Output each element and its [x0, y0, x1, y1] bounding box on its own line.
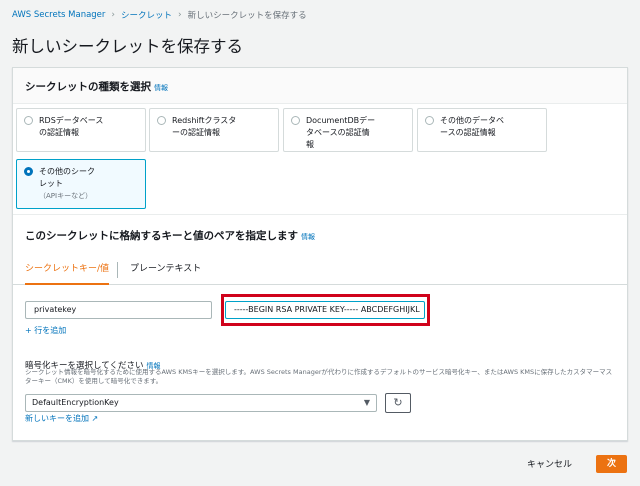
secret-type-heading: シークレットの種類を選択 情報	[25, 79, 168, 94]
secret-value-highlight	[221, 294, 430, 326]
refresh-icon: ↻	[393, 396, 403, 409]
tab-separator	[117, 262, 118, 278]
encryption-key-selected: DefaultEncryptionKey	[32, 398, 119, 407]
breadcrumb-secrets[interactable]: シークレット	[121, 9, 172, 21]
secret-type-title: シークレットの種類を選択	[25, 81, 151, 93]
secret-type-redshift-line1: Redshiftクラスタ	[172, 116, 237, 125]
radio-icon[interactable]	[291, 116, 300, 125]
secret-type-rds-line2: の認証情報	[39, 128, 79, 137]
radio-icon[interactable]	[24, 116, 33, 125]
next-button[interactable]: 次	[596, 455, 627, 473]
add-new-key-label: 新しいキーを追加	[25, 414, 89, 423]
secret-type-documentdb-line3: 報	[306, 140, 314, 149]
secret-type-redshift-line2: ーの認証情報	[172, 128, 220, 137]
chevron-right-icon: ›	[178, 10, 182, 20]
chevron-right-icon: ›	[111, 10, 116, 20]
secret-type-other-secret-sub: （APIキーなど）	[39, 192, 93, 200]
breadcrumb-secrets-manager[interactable]: AWS Secrets Manager	[12, 10, 105, 20]
radio-icon[interactable]	[157, 116, 166, 125]
secret-type-other-secret-line2: レット	[39, 179, 63, 188]
add-row-link[interactable]: + 行を追加	[25, 325, 66, 336]
encryption-description: シークレット情報を暗号化するために使用するAWS KMSキーを選択します。AWS…	[25, 368, 613, 385]
secret-type-rds[interactable]: RDSデータベース の認証情報	[16, 108, 146, 152]
radio-selected-icon[interactable]	[24, 167, 33, 176]
value-tabs: シークレットキー/値 プレーンテキスト	[13, 254, 627, 285]
secret-type-other-database[interactable]: その他のデータベ ースの認証情報	[417, 108, 547, 152]
breadcrumb-current: 新しいシークレットを保存する	[187, 11, 307, 21]
tab-plaintext[interactable]: プレーンテキスト	[130, 254, 201, 285]
key-value-heading: このシークレットに格納するキーと値のペアを指定します 情報	[25, 228, 315, 243]
secret-type-documentdb[interactable]: DocumentDBデー タベースの認証情 報	[283, 108, 413, 152]
breadcrumb: AWS Secrets Manager › シークレット › 新しいシークレット…	[12, 9, 307, 21]
secret-type-documentdb-line1: DocumentDBデー	[306, 116, 376, 125]
key-value-info-link[interactable]: 情報	[301, 232, 315, 242]
secret-type-documentdb-line2: タベースの認証情	[306, 128, 370, 137]
secret-type-rds-line1: RDSデータベース	[39, 116, 104, 125]
secret-type-redshift[interactable]: Redshiftクラスタ ーの認証情報	[149, 108, 279, 152]
key-value-title: このシークレットに格納するキーと値のペアを指定します	[25, 230, 298, 242]
radio-icon[interactable]	[425, 116, 434, 125]
external-link-icon: ↗	[91, 414, 99, 423]
caret-down-icon: ▼	[363, 398, 370, 407]
divider	[13, 214, 627, 215]
store-secret-panel: シークレットの種類を選択 情報 RDSデータベース の認証情報 Redshift…	[12, 67, 628, 441]
add-new-key-link[interactable]: 新しいキーを追加 ↗	[25, 413, 98, 424]
encryption-key-select[interactable]: DefaultEncryptionKey ▼	[25, 394, 377, 412]
refresh-button[interactable]: ↻	[385, 393, 411, 413]
secret-type-other-db-line2: ースの認証情報	[440, 128, 496, 137]
secret-type-other-secret-line1: その他のシーク	[39, 167, 95, 176]
page-title: 新しいシークレットを保存する	[12, 37, 243, 56]
secret-type-other-secret[interactable]: その他のシーク レット （APIキーなど）	[16, 159, 146, 209]
secret-type-info-link[interactable]: 情報	[154, 83, 168, 93]
secret-key-input[interactable]: privatekey	[25, 301, 212, 319]
tab-secret-key-value[interactable]: シークレットキー/値	[25, 254, 110, 285]
cancel-button[interactable]: キャンセル	[527, 457, 572, 470]
secret-type-other-db-line1: その他のデータベ	[440, 116, 504, 125]
